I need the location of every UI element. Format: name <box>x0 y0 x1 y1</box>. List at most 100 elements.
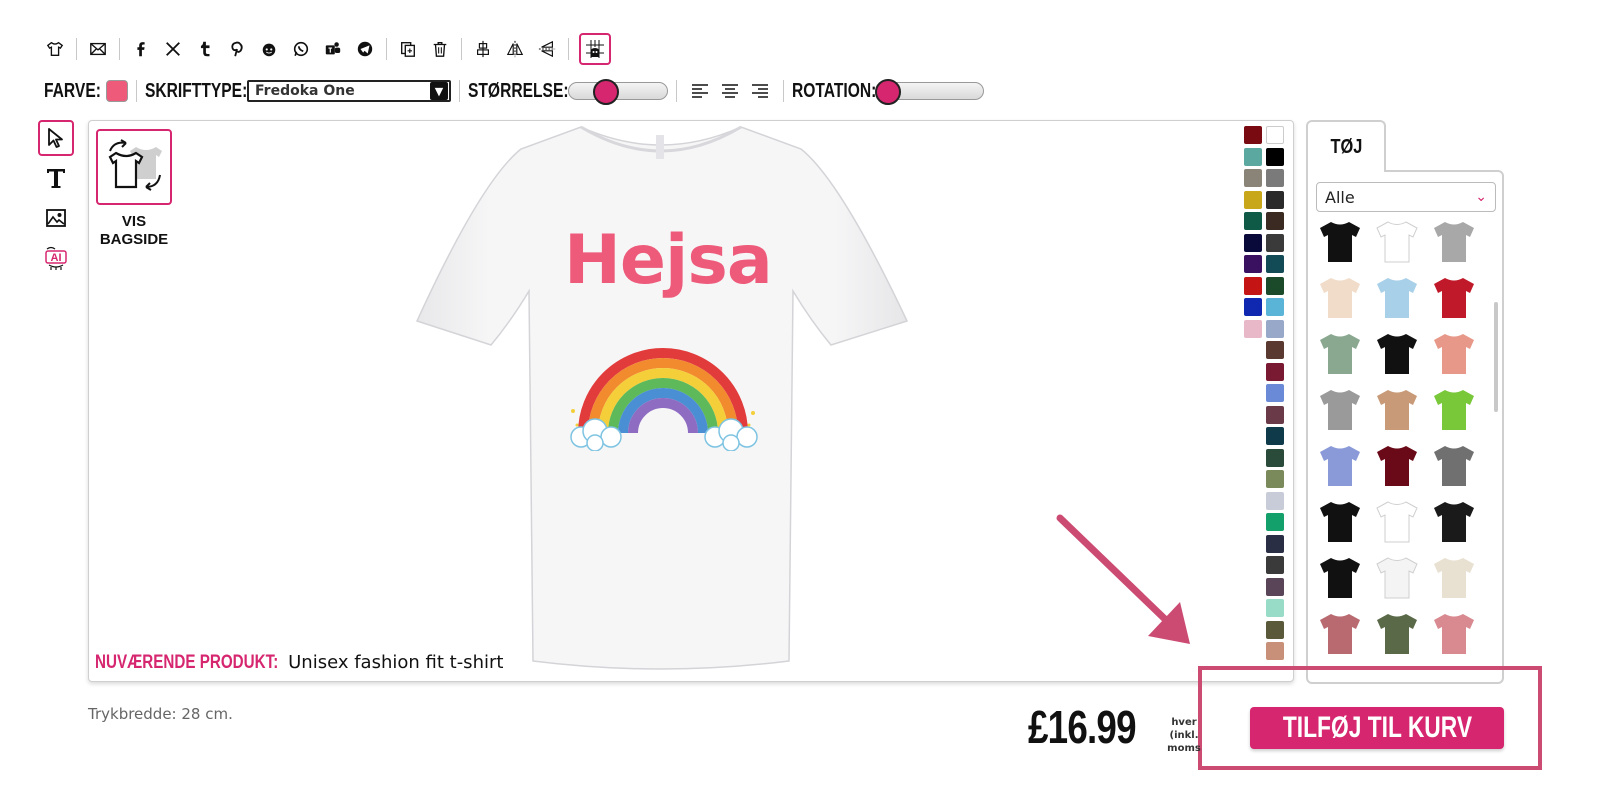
palette-color-swatch[interactable] <box>1266 599 1284 617</box>
product-item-sage-longsleeve[interactable] <box>1316 330 1364 378</box>
palette-color-swatch[interactable] <box>1266 534 1284 553</box>
ai-tool-icon[interactable]: AI <box>38 240 74 276</box>
product-item-maroon-longsleeve[interactable] <box>1373 442 1421 490</box>
font-select[interactable]: Fredoka One ▼ <box>247 80 451 102</box>
flip-vertical-icon[interactable] <box>536 38 558 60</box>
palette-color-swatch[interactable] <box>1266 169 1284 187</box>
palette-color-swatch[interactable] <box>1266 427 1284 445</box>
product-item-black-tshirt[interactable] <box>1316 218 1364 266</box>
whatsapp-icon[interactable] <box>290 38 312 60</box>
palette-color-swatch[interactable] <box>1266 255 1284 273</box>
product-item-rose-tank[interactable] <box>1430 610 1478 658</box>
palette-color-swatch[interactable] <box>1266 405 1284 424</box>
product-item-white-tank[interactable] <box>1373 554 1421 602</box>
palette-color-swatch[interactable] <box>1266 319 1284 338</box>
show-backside-button[interactable] <box>96 129 172 205</box>
palette-color-swatch[interactable] <box>1244 233 1262 252</box>
flip-horizontal-icon[interactable] <box>504 38 526 60</box>
rotation-slider-thumb[interactable] <box>875 79 901 105</box>
palette-row <box>1244 470 1288 492</box>
product-item-grey-hoodie[interactable] <box>1430 218 1478 266</box>
palette-color-swatch[interactable] <box>1266 577 1284 596</box>
size-slider-thumb[interactable] <box>593 79 619 105</box>
palette-color-swatch[interactable] <box>1266 233 1284 252</box>
palette-color-swatch[interactable] <box>1266 513 1284 531</box>
category-select[interactable]: Alle ⌄ <box>1316 182 1496 212</box>
product-item-rose-longsleeve-crop[interactable] <box>1316 610 1364 658</box>
product-item-cream-tshirt[interactable] <box>1316 274 1364 322</box>
palette-color-swatch[interactable] <box>1266 384 1284 402</box>
add-to-cart-button[interactable]: TILFØJ TIL KURV <box>1250 707 1504 749</box>
palette-color-swatch[interactable] <box>1266 190 1284 209</box>
palette-color-swatch[interactable] <box>1266 620 1284 639</box>
price: £16.99 <box>1028 701 1137 753</box>
palette-color-swatch[interactable] <box>1244 298 1262 316</box>
rainbow-graphic[interactable] <box>565 333 761 451</box>
palette-color-swatch[interactable] <box>1244 276 1262 295</box>
pinterest-icon[interactable] <box>226 38 248 60</box>
tab-clothing[interactable]: TØJ <box>1306 120 1386 172</box>
palette-row <box>1244 405 1288 428</box>
product-item-black-womens-tee[interactable] <box>1316 554 1364 602</box>
text-color-swatch[interactable] <box>106 80 128 102</box>
center-align-icon[interactable] <box>472 38 494 60</box>
product-item-olive-crop-tank[interactable] <box>1373 610 1421 658</box>
palette-color-swatch[interactable] <box>1266 470 1284 488</box>
email-icon[interactable] <box>87 38 109 60</box>
teams-icon[interactable] <box>322 38 344 60</box>
palette-color-swatch[interactable] <box>1266 212 1284 230</box>
product-item-grey-tshirt[interactable] <box>1430 442 1478 490</box>
product-item-pink-tank[interactable] <box>1430 330 1478 378</box>
palette-row <box>1244 298 1288 320</box>
product-item-periwinkle-polo[interactable] <box>1316 442 1364 490</box>
product-item-black-boxy-tee[interactable] <box>1316 498 1364 546</box>
design-text-hejsa[interactable]: Hejsa <box>564 221 773 300</box>
palette-color-swatch[interactable] <box>1244 190 1262 209</box>
reddit-icon[interactable] <box>258 38 280 60</box>
grid-toggle-icon[interactable] <box>579 33 611 65</box>
palette-color-swatch[interactable] <box>1266 362 1284 381</box>
palette-color-swatch[interactable] <box>1266 556 1284 574</box>
align-center-icon[interactable] <box>719 80 741 102</box>
palette-color-swatch[interactable] <box>1266 147 1284 166</box>
facebook-icon[interactable] <box>130 38 152 60</box>
product-item-black-orange-hoodie[interactable] <box>1373 330 1421 378</box>
palette-color-swatch[interactable] <box>1244 147 1262 166</box>
palette-color-swatch[interactable] <box>1266 491 1284 510</box>
tshirt-icon[interactable] <box>44 38 66 60</box>
palette-color-swatch[interactable] <box>1266 448 1284 467</box>
palette-color-swatch[interactable] <box>1266 126 1284 144</box>
product-item-ombre-hoodie[interactable] <box>1373 386 1421 434</box>
image-tool-icon[interactable] <box>38 200 74 236</box>
product-item-varsity-jacket[interactable] <box>1430 274 1478 322</box>
product-item-lime-polo[interactable] <box>1430 386 1478 434</box>
size-slider[interactable] <box>568 79 668 105</box>
product-item-raglan-baseball-tee[interactable] <box>1373 218 1421 266</box>
palette-color-swatch[interactable] <box>1244 255 1262 273</box>
telegram-icon[interactable] <box>354 38 376 60</box>
palette-color-swatch[interactable] <box>1244 126 1262 144</box>
duplicate-icon[interactable] <box>397 38 419 60</box>
align-left-icon[interactable] <box>689 80 711 102</box>
palette-color-swatch[interactable] <box>1244 169 1262 187</box>
text-tool-icon[interactable] <box>38 160 74 196</box>
product-item-cream-cardigan[interactable] <box>1430 554 1478 602</box>
palette-color-swatch[interactable] <box>1266 276 1284 295</box>
align-right-icon[interactable] <box>749 80 771 102</box>
product-item-white-womens-tee[interactable] <box>1373 498 1421 546</box>
palette-color-swatch[interactable] <box>1266 298 1284 316</box>
x-icon[interactable] <box>162 38 184 60</box>
palette-color-swatch[interactable] <box>1266 642 1284 660</box>
palette-row <box>1244 577 1288 600</box>
rotation-slider[interactable] <box>875 79 984 105</box>
select-tool-icon[interactable] <box>38 120 74 156</box>
palette-color-swatch[interactable] <box>1266 341 1284 359</box>
product-item-tie-dye-blue-tshirt[interactable] <box>1373 274 1421 322</box>
palette-color-swatch[interactable] <box>1244 212 1262 230</box>
product-item-grey-crop-tee[interactable] <box>1316 386 1364 434</box>
product-grid-scrollbar[interactable] <box>1494 302 1498 412</box>
product-item-black-tank[interactable] <box>1430 498 1478 546</box>
palette-color-swatch[interactable] <box>1244 319 1262 338</box>
tumblr-icon[interactable] <box>194 38 216 60</box>
trash-icon[interactable] <box>429 38 451 60</box>
